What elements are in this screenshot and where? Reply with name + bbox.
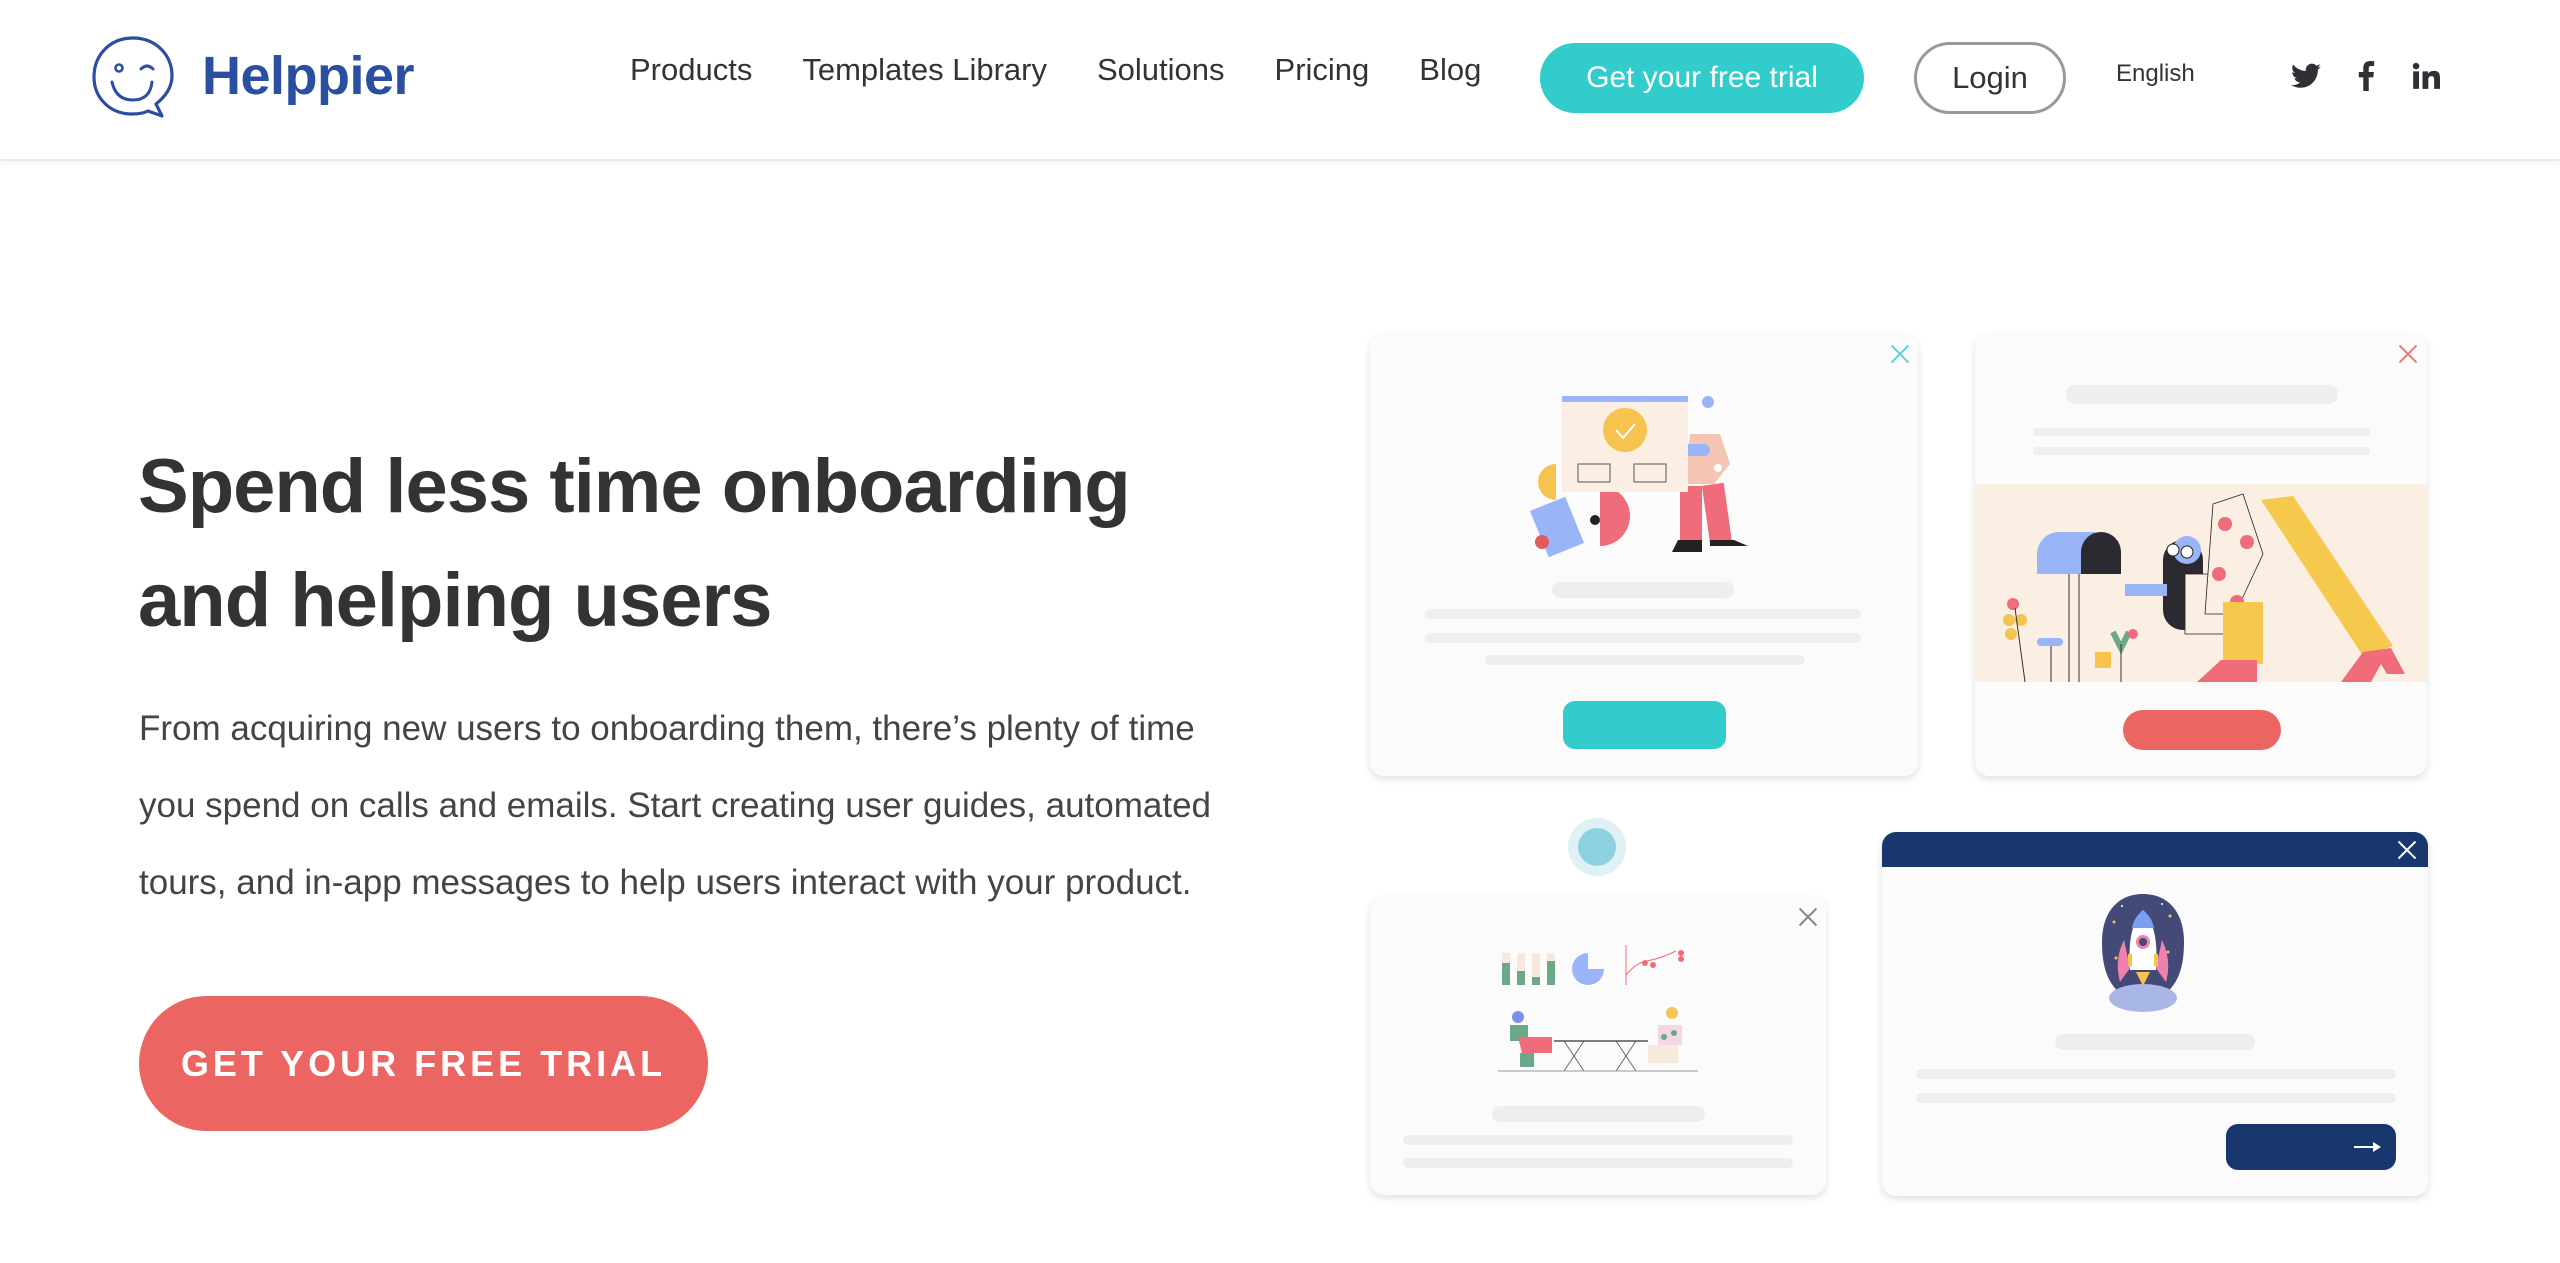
- text-placeholder: [2033, 447, 2370, 455]
- twitter-icon: [2291, 63, 2321, 88]
- text-placeholder: [2066, 385, 2338, 404]
- person-mailbox-illustration: [2003, 493, 2405, 683]
- site-header: Helppier Products Templates Library Solu…: [0, 0, 2560, 161]
- nav-pricing[interactable]: Pricing: [1275, 52, 1370, 88]
- modal-header-bar: [1882, 832, 2428, 867]
- hero-description: From acquiring new users to onboarding t…: [139, 690, 1259, 921]
- hero-title-line-2: and helping users: [138, 558, 772, 643]
- text-placeholder: [1916, 1093, 2396, 1103]
- text-placeholder: [2055, 1034, 2255, 1050]
- hero-title: Spend less time onboarding and helping u…: [138, 430, 1238, 658]
- nav-solutions[interactable]: Solutions: [1097, 52, 1225, 88]
- modal-action-button[interactable]: [2123, 710, 2281, 750]
- close-icon[interactable]: [2398, 344, 2418, 364]
- arrow-right-icon: [2354, 1142, 2381, 1152]
- modal-preview-rocket: [1882, 832, 2428, 1196]
- modal-preview-check: [1370, 334, 1918, 776]
- brand-name: Helppier: [202, 46, 415, 106]
- close-icon[interactable]: [1798, 907, 1818, 927]
- mailbox-illustration: [1975, 484, 2427, 683]
- nav-templates-library[interactable]: Templates Library: [802, 52, 1047, 88]
- twitter-link[interactable]: [2288, 58, 2324, 94]
- text-placeholder: [1403, 1158, 1793, 1168]
- text-placeholder: [1425, 609, 1861, 619]
- linkedin-icon: [2412, 62, 2440, 89]
- hero-cta-button[interactable]: GET YOUR FREE TRIAL: [139, 996, 708, 1131]
- text-placeholder: [2033, 428, 2370, 436]
- text-placeholder: [1492, 1106, 1705, 1122]
- window-check-illustration: [1530, 396, 1748, 558]
- hero-description-line-3: tours, and in-app messages to help users…: [139, 863, 1192, 902]
- meeting-dashboard-illustration: [1498, 945, 1698, 1072]
- facebook-icon: [2358, 61, 2375, 91]
- text-placeholder: [1552, 582, 1734, 598]
- text-placeholder: [1485, 655, 1805, 665]
- text-placeholder: [1425, 633, 1861, 643]
- tooltip-preview-meeting: [1370, 897, 1826, 1195]
- language-selector[interactable]: English: [2116, 60, 2195, 88]
- login-button[interactable]: Login: [1914, 42, 2066, 114]
- hero-description-line-1: From acquiring new users to onboarding t…: [139, 709, 1195, 748]
- winking-chat-face-icon: [92, 36, 174, 118]
- rocket-illustration: [2102, 894, 2184, 1012]
- nav-products[interactable]: Products: [630, 52, 752, 88]
- hero-description-line-2: you spend on calls and emails. Start cre…: [139, 786, 1212, 825]
- nav-blog[interactable]: Blog: [1419, 52, 1481, 88]
- brand-logo[interactable]: Helppier: [90, 34, 415, 122]
- modal-action-button[interactable]: [1563, 701, 1726, 749]
- next-step-button[interactable]: [2226, 1124, 2396, 1170]
- hero-title-line-1: Spend less time onboarding: [138, 444, 1131, 529]
- text-placeholder: [1403, 1135, 1793, 1145]
- linkedin-link[interactable]: [2408, 58, 2444, 94]
- hotspot-beacon[interactable]: [1568, 818, 1626, 876]
- close-icon[interactable]: [1890, 344, 1910, 364]
- close-icon[interactable]: [2397, 840, 2417, 860]
- free-trial-button[interactable]: Get your free trial: [1540, 43, 1864, 113]
- modal-preview-mailbox: [1975, 334, 2427, 776]
- main-nav: Products Templates Library Solutions Pri…: [630, 52, 1531, 88]
- text-placeholder: [1916, 1069, 2396, 1079]
- facebook-link[interactable]: [2348, 58, 2384, 94]
